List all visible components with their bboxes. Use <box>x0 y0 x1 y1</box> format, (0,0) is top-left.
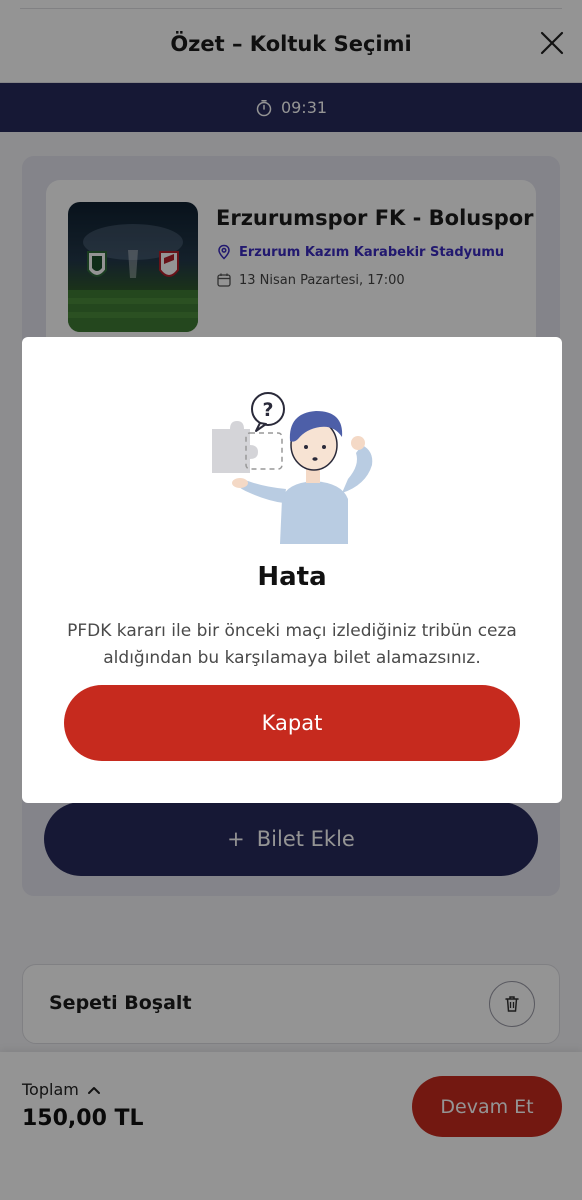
svg-text:?: ? <box>262 399 273 421</box>
error-modal: ? Hata PFDK kararı ile bir önceki maçı i… <box>22 337 562 803</box>
modal-close-button[interactable]: Kapat <box>64 685 520 761</box>
modal-message: PFDK kararı ile bir önceki maçı izlediği… <box>67 621 517 668</box>
confused-person-illustration: ? <box>212 392 373 544</box>
modal-title: Hata <box>257 562 327 592</box>
